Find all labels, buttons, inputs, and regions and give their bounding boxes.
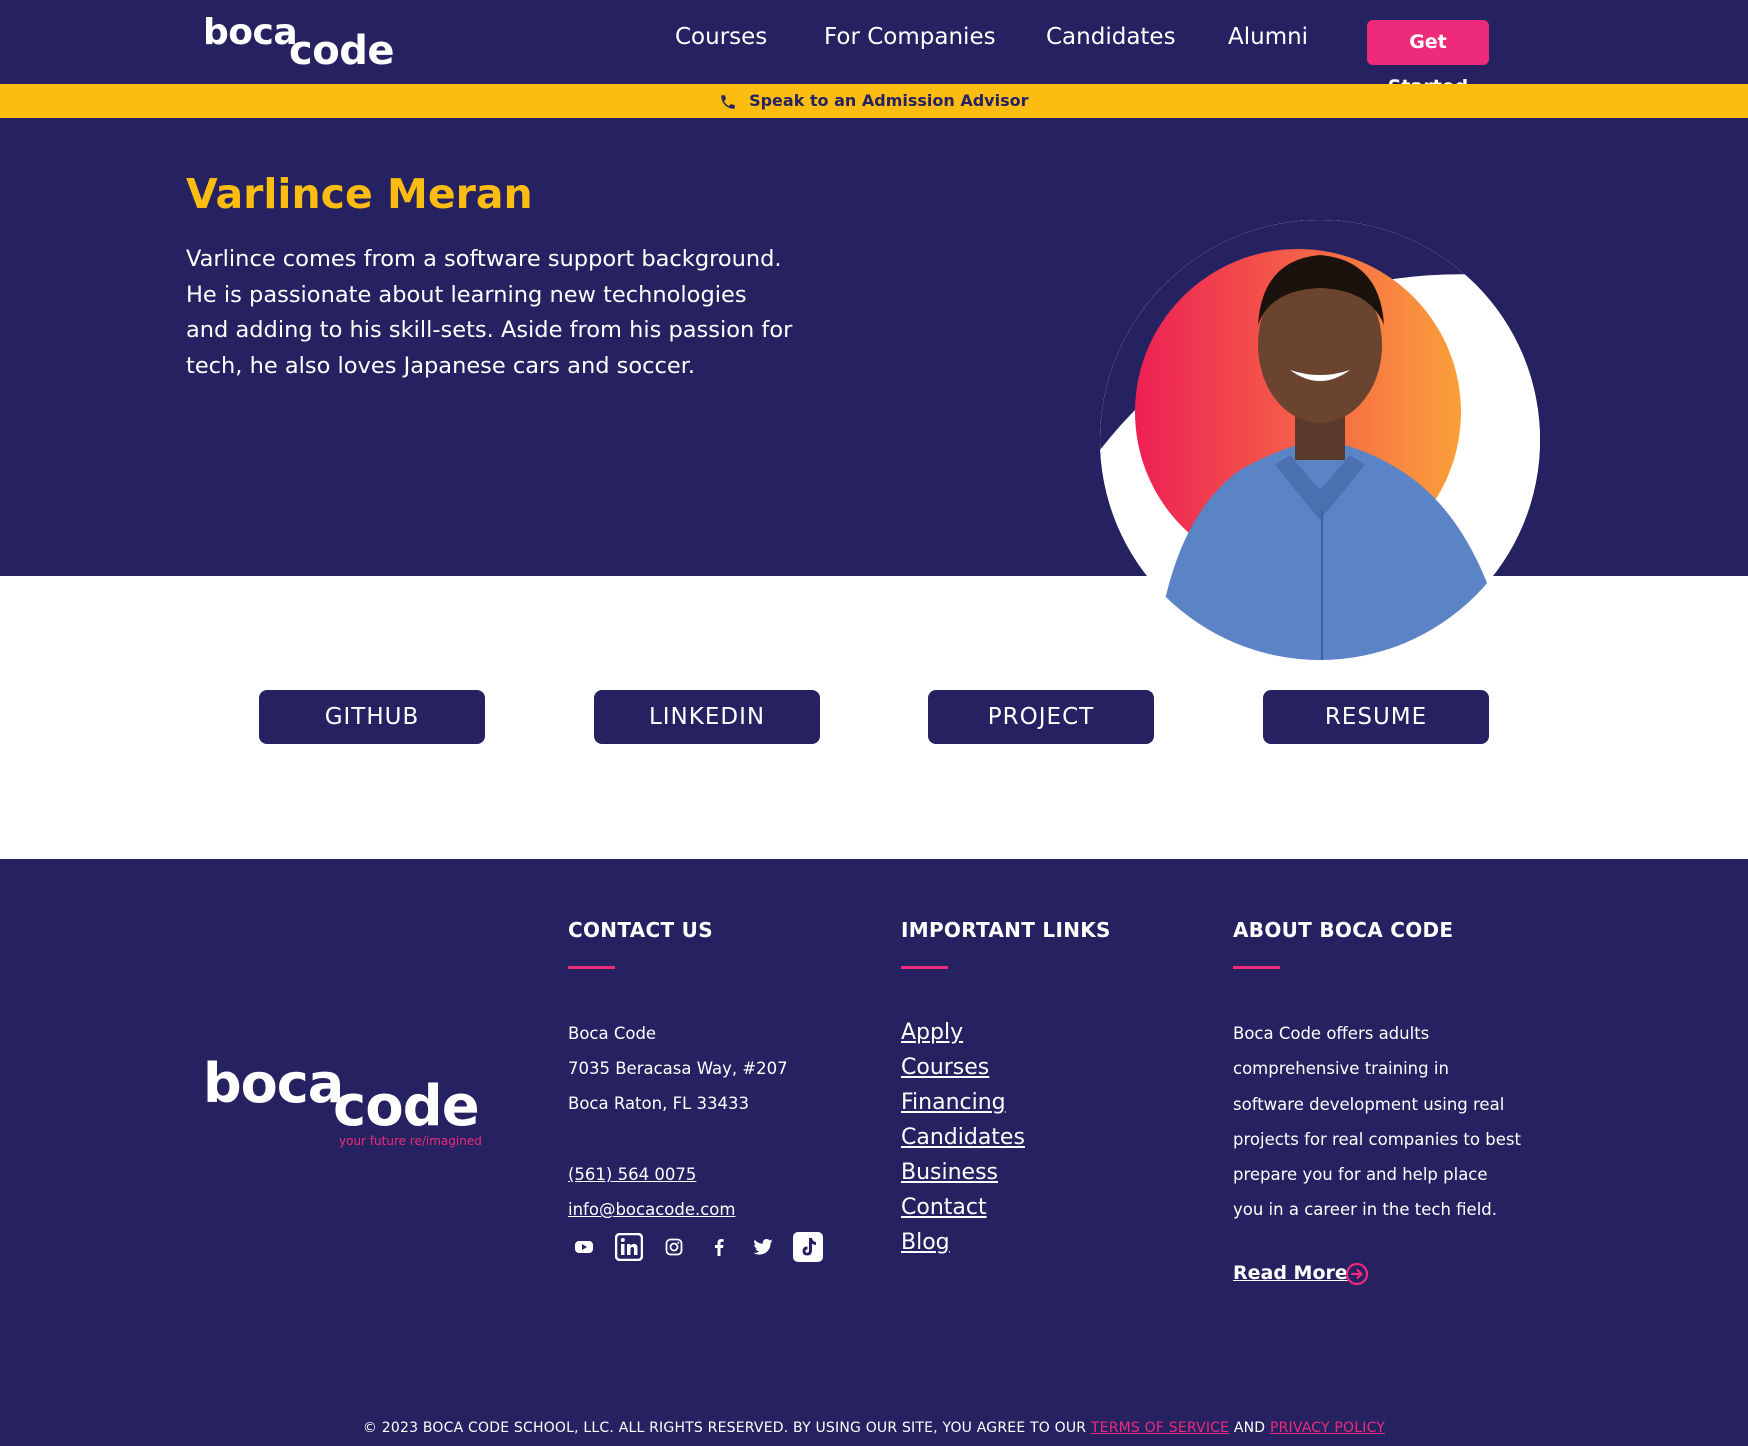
footer-link-contact[interactable]: Contact <box>901 1195 987 1220</box>
copyright-and: AND <box>1233 1420 1266 1436</box>
copyright-bar: © 2023 BOCA CODE SCHOOL, LLC. ALL RIGHTS… <box>0 1420 1748 1436</box>
resume-button[interactable]: RESUME <box>1263 690 1489 744</box>
get-started-button[interactable]: Get Started <box>1367 20 1489 98</box>
copyright-text: © 2023 BOCA CODE SCHOOL, LLC. ALL RIGHTS… <box>362 1420 1087 1436</box>
footer-link-courses[interactable]: Courses <box>901 1055 989 1080</box>
profile-photo-illustration <box>1100 220 1540 660</box>
about-heading-underline <box>1233 966 1280 969</box>
privacy-policy-link[interactable]: PRIVACY POLICY <box>1270 1420 1385 1436</box>
terms-of-service-link[interactable]: TERMS OF SERVICE <box>1091 1420 1229 1436</box>
project-button[interactable]: PROJECT <box>928 690 1154 744</box>
footer-link-candidates[interactable]: Candidates <box>901 1125 1025 1150</box>
important-links-heading: IMPORTANT LINKS <box>901 918 1111 942</box>
nav-alumni[interactable]: Alumni <box>1228 24 1308 50</box>
instagram-icon[interactable] <box>659 1232 689 1262</box>
footer-logo-tagline: your future re/imagined <box>339 1134 482 1148</box>
linkedin-icon[interactable] <box>614 1232 644 1262</box>
contact-name: Boca Code <box>568 1024 657 1043</box>
footer-logo-part-code: code <box>333 1074 480 1139</box>
footer-link-business[interactable]: Business <box>901 1160 998 1185</box>
linkedin-button[interactable]: LINKEDIN <box>594 690 820 744</box>
youtube-icon[interactable] <box>569 1232 599 1262</box>
footer-link-financing[interactable]: Financing <box>901 1090 1006 1115</box>
contact-heading: CONTACT US <box>568 918 713 942</box>
arrow-right-circle-icon[interactable] <box>1345 1262 1369 1286</box>
profile-photo <box>1100 220 1540 660</box>
contact-address-line1: 7035 Beracasa Way, #207 <box>568 1059 788 1078</box>
contact-phone-link[interactable]: (561) 564 0075 <box>568 1165 696 1184</box>
footer-link-apply[interactable]: Apply <box>901 1020 963 1045</box>
read-more-link[interactable]: Read More <box>1233 1262 1348 1284</box>
github-button[interactable]: GITHUB <box>259 690 485 744</box>
logo-part-code: code <box>289 28 394 74</box>
contact-heading-underline <box>568 966 615 969</box>
tiktok-icon[interactable] <box>793 1232 823 1262</box>
footer-logo[interactable]: boca code your future re/imagined <box>203 1052 493 1152</box>
admission-advisor-banner[interactable]: Speak to an Admission Advisor <box>0 84 1748 118</box>
contact-address-line2: Boca Raton, FL 33433 <box>568 1094 749 1113</box>
important-links-underline <box>901 966 948 969</box>
profile-bio: Varlince comes from a software support b… <box>186 246 793 379</box>
twitter-icon[interactable] <box>748 1232 778 1262</box>
nav-for-companies[interactable]: For Companies <box>824 24 996 50</box>
facebook-icon[interactable] <box>704 1232 734 1262</box>
footer-logo-part-boca: boca <box>203 1052 344 1115</box>
footer-link-blog[interactable]: Blog <box>901 1230 950 1255</box>
header-logo[interactable]: boca code <box>203 12 394 74</box>
nav-courses[interactable]: Courses <box>675 24 767 50</box>
contact-email-link[interactable]: info@bocacode.com <box>568 1200 735 1219</box>
site-header: boca code Courses For Companies Candidat… <box>0 0 1748 98</box>
about-heading: ABOUT BOCA CODE <box>1233 918 1454 942</box>
about-text: Boca Code offers adults comprehensive tr… <box>1233 1024 1521 1220</box>
phone-icon <box>721 94 736 109</box>
banner-text: Speak to an Admission Advisor <box>749 91 1029 110</box>
logo-part-boca: boca <box>203 12 298 53</box>
profile-name: Varlince Meran <box>186 170 533 218</box>
nav-candidates[interactable]: Candidates <box>1046 24 1176 50</box>
